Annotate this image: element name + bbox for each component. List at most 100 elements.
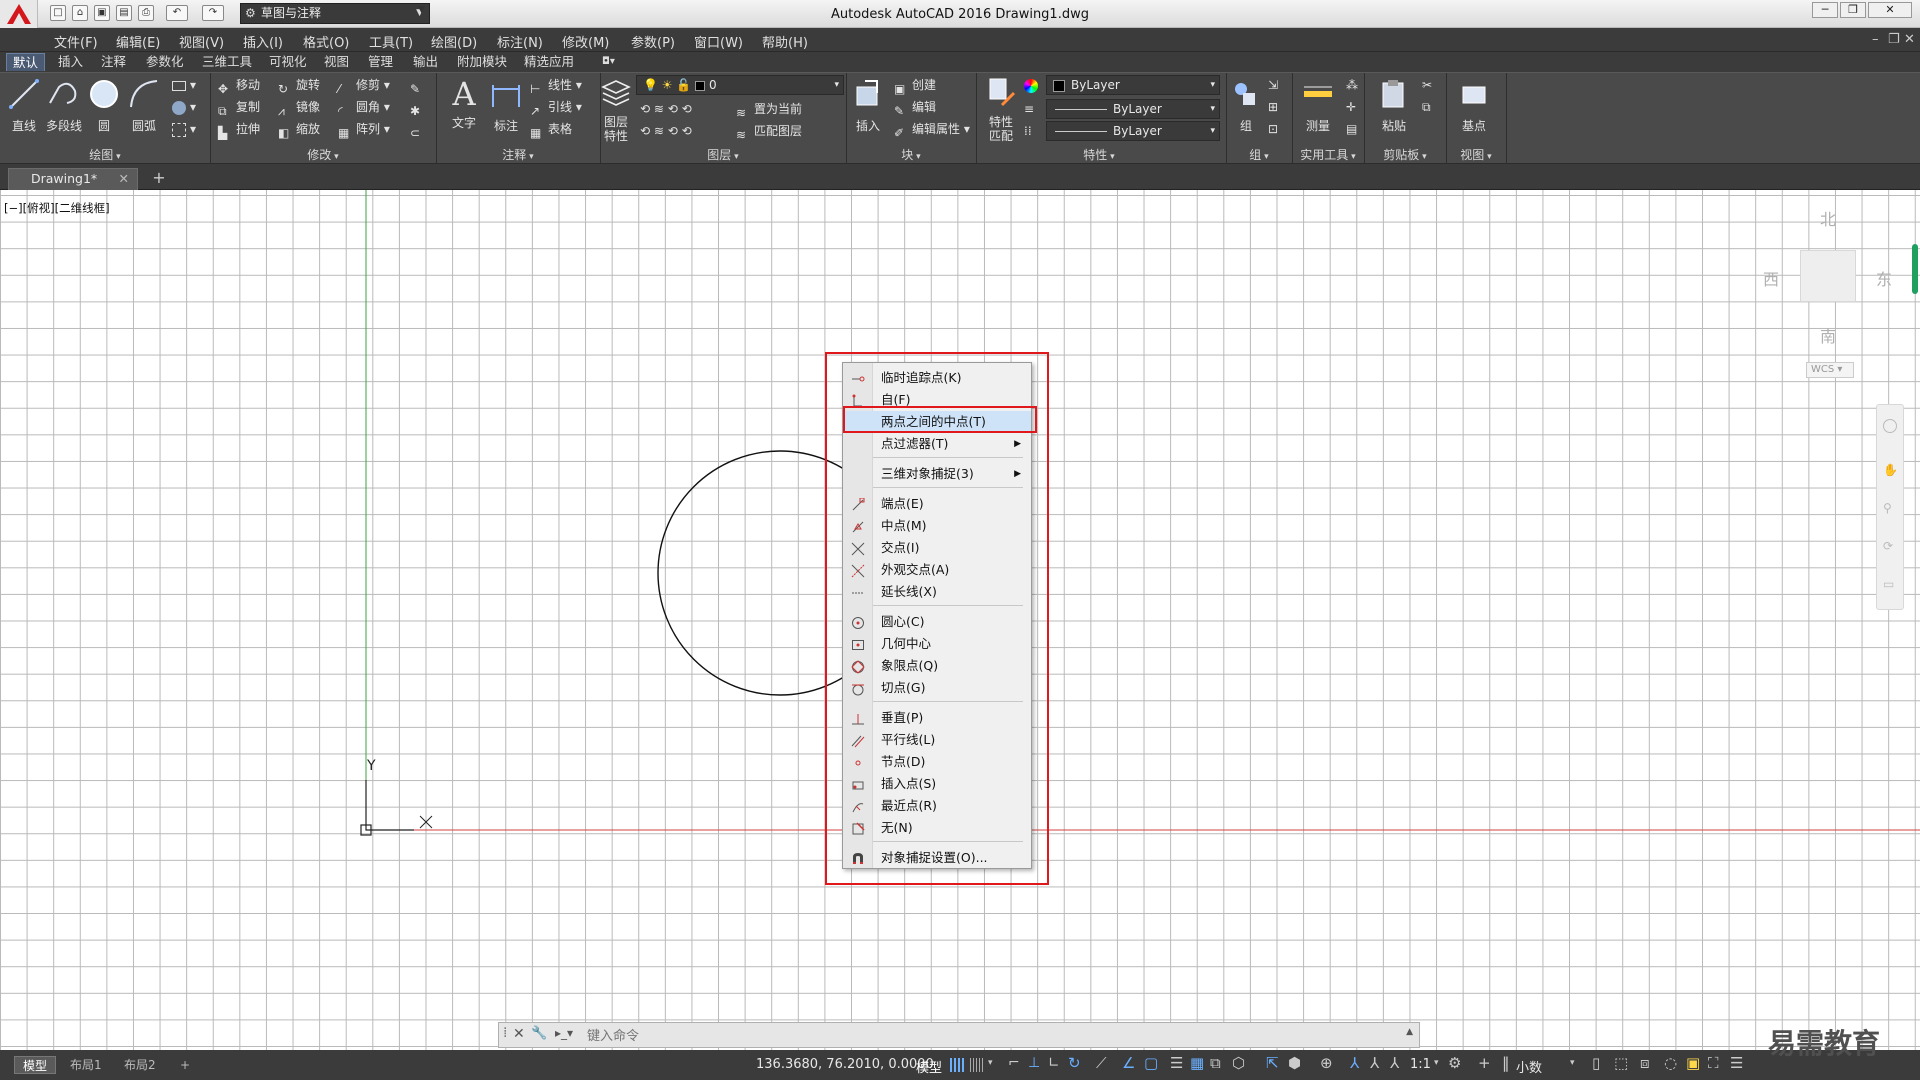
document-tab-drawing1[interactable]: Drawing1* ✕ xyxy=(8,168,138,190)
add-layout-button[interactable]: + xyxy=(172,1056,198,1074)
panel-title-groups[interactable]: 组 xyxy=(1226,146,1292,164)
units-value[interactable]: 小数 xyxy=(1516,1057,1542,1076)
dynamic-ucs-icon[interactable]: ⇱ xyxy=(1266,1054,1279,1072)
menu-parametric[interactable]: 参数(P) xyxy=(631,32,675,51)
dimension-tool[interactable]: 标注 xyxy=(482,77,530,143)
tab-parametric[interactable]: 参数化 xyxy=(140,53,190,71)
base-view-tool[interactable]: 基点 xyxy=(1450,77,1498,143)
object-snap-icon[interactable]: ▢ xyxy=(1144,1054,1158,1072)
viewcube-east[interactable]: 东 xyxy=(1876,266,1892,290)
minimize-button[interactable]: ─ xyxy=(1812,2,1838,18)
tab-default[interactable]: 默认 xyxy=(6,53,46,71)
new-tab-button[interactable]: + xyxy=(148,170,170,188)
viewcube-north[interactable]: 北 xyxy=(1820,206,1836,230)
navigation-bar[interactable]: ✋ ⚲ ⟳ ▭ xyxy=(1876,404,1904,610)
mirror-tool[interactable]: ⩘ 镜像 xyxy=(278,97,320,118)
panel-title-clipboard[interactable]: 剪贴板 xyxy=(1364,146,1446,164)
menu-insert[interactable]: 插入(I) xyxy=(243,32,283,51)
ribbon-minimize-icon[interactable]: ◘▾ xyxy=(596,53,621,71)
menu-file[interactable]: 文件(F) xyxy=(54,32,98,51)
isolate-objects-icon[interactable]: ⧈ xyxy=(1640,1054,1650,1072)
array-tool[interactable]: ▦ 阵列 ▾ xyxy=(338,119,390,140)
grip-icon[interactable]: ⁞ xyxy=(503,1025,507,1041)
auto-scale-icon[interactable]: ⅄ xyxy=(1370,1054,1379,1072)
tab-featured-apps[interactable]: 精选应用 xyxy=(518,53,580,71)
layout-tab-model[interactable]: 模型 xyxy=(14,1056,57,1074)
layer-dropdown[interactable]: 💡 ☀ 🔓 0 xyxy=(636,75,844,95)
close-command-icon[interactable]: ✕ xyxy=(513,1026,525,1042)
linetype-dropdown[interactable]: ByLayer xyxy=(1046,99,1220,119)
measure-tool[interactable]: 测量 xyxy=(1294,77,1342,143)
3d-osnap-icon[interactable]: ⬡ xyxy=(1232,1054,1245,1072)
quick-properties-icon[interactable]: ▯ xyxy=(1592,1054,1600,1072)
transparency-icon[interactable]: ▦ xyxy=(1190,1054,1204,1072)
rectangle-tool[interactable]: ▾ xyxy=(172,75,196,95)
menu-tools[interactable]: 工具(T) xyxy=(369,32,413,51)
grid-icon[interactable] xyxy=(950,1058,964,1072)
create-block-tool[interactable]: ▣ 创建 xyxy=(894,75,936,96)
snap-icon[interactable] xyxy=(970,1058,984,1072)
move-tool[interactable]: ✥ 移动 xyxy=(218,75,260,96)
quick-select-icon[interactable]: ⁂ xyxy=(1346,75,1358,95)
selection-cycling-icon[interactable]: ⧉ xyxy=(1210,1054,1221,1072)
doc-close-icon[interactable]: ✕ xyxy=(1904,32,1915,47)
command-history-caret-icon[interactable]: ▲ xyxy=(1406,1027,1413,1037)
units-menu-icon[interactable]: ▾ xyxy=(1570,1058,1575,1068)
lineweight-dropdown[interactable]: ByLayer xyxy=(1046,121,1220,141)
menu-edit[interactable]: 编辑(E) xyxy=(116,32,160,51)
copy-clip-icon[interactable]: ⧉ xyxy=(1422,97,1431,117)
menu-format[interactable]: 格式(O) xyxy=(303,32,349,51)
cut-icon[interactable]: ✂ xyxy=(1422,75,1432,95)
group-select-icon[interactable]: ⊡ xyxy=(1268,119,1278,139)
customization-menu-icon[interactable]: ☰ xyxy=(1730,1054,1743,1072)
group-tool[interactable]: 组 xyxy=(1222,77,1270,143)
viewcube-west[interactable]: 西 xyxy=(1763,266,1779,290)
lock-ui-icon[interactable]: ⬚ xyxy=(1614,1054,1628,1072)
ungroup-icon[interactable]: ⇲ xyxy=(1268,75,1278,95)
menu-modify[interactable]: 修改(M) xyxy=(562,32,609,51)
color-dropdown[interactable]: ByLayer xyxy=(1046,75,1220,95)
menu-view[interactable]: 视图(V) xyxy=(179,32,224,51)
panel-title-draw[interactable]: 绘图 xyxy=(0,146,210,164)
zoom-icon[interactable]: ⚲ xyxy=(1883,501,1897,515)
annotation-monitor-icon[interactable]: + xyxy=(1478,1054,1491,1072)
layer-tools-row2[interactable]: ⟲ ≋ ⟲ ⟲ xyxy=(640,121,692,141)
id-point-icon[interactable]: ✛ xyxy=(1346,97,1356,117)
hardware-acceleration-icon[interactable]: ◌ xyxy=(1664,1054,1677,1072)
annotation-scale-value[interactable]: 1:1 xyxy=(1410,1057,1431,1072)
doc-restore-icon[interactable]: ❐ xyxy=(1888,32,1900,47)
panel-title-modify[interactable]: 修改 xyxy=(210,146,436,164)
match-layer-tool[interactable]: ≋ 匹配图层 xyxy=(736,121,802,142)
model-space-toggle[interactable]: 模型 xyxy=(916,1057,942,1076)
fillet-tool[interactable]: ◜ 圆角 ▾ xyxy=(338,97,390,118)
polar-tracking-icon[interactable]: ↻ xyxy=(1068,1054,1081,1072)
trim-tool[interactable]: ⁄ 修剪 ▾ xyxy=(338,75,390,96)
recent-commands-icon[interactable]: ▸_▾ xyxy=(555,1026,573,1040)
dynamic-input-icon[interactable]: ⊥ xyxy=(1028,1055,1040,1071)
tab-output[interactable]: 输出 xyxy=(407,53,444,71)
offset-tool[interactable]: ⊂ xyxy=(410,119,428,140)
color-wheel-icon[interactable] xyxy=(1024,75,1042,95)
showmotion-icon[interactable]: ▭ xyxy=(1883,577,1897,591)
isometric-icon[interactable]: ⟋ xyxy=(1096,1054,1107,1072)
tab-insert[interactable]: 插入 xyxy=(52,53,89,71)
doc-minimize-icon[interactable]: – xyxy=(1872,32,1879,47)
match-properties-tool[interactable]: 特性 匹配 xyxy=(977,75,1025,143)
region-tool[interactable]: ▾ xyxy=(172,119,196,139)
table-tool[interactable]: ▦ 表格 xyxy=(530,119,572,140)
edit-block-tool[interactable]: ✎ 编辑 xyxy=(894,97,936,118)
menu-dimension[interactable]: 标注(N) xyxy=(497,32,543,51)
paste-tool[interactable]: 粘贴 xyxy=(1370,77,1418,143)
close-button[interactable]: ✕ xyxy=(1868,2,1912,18)
annotation-visibility-icon[interactable]: ⅄ xyxy=(1350,1054,1359,1072)
wcs-menu[interactable]: WCS ▾ xyxy=(1806,362,1854,378)
group-edit-icon[interactable]: ⊞ xyxy=(1268,97,1278,117)
layer-properties-tool[interactable]: 图层 特性 xyxy=(592,75,640,143)
annotation-scale-icon[interactable]: ⅄ xyxy=(1390,1054,1399,1072)
snap-menu-icon[interactable]: ▾ xyxy=(988,1058,993,1068)
tab-manage[interactable]: 管理 xyxy=(362,53,399,71)
scale-menu-icon[interactable]: ▾ xyxy=(1434,1058,1439,1068)
hatch-tool[interactable]: ▾ xyxy=(172,97,196,117)
layer-tools-row1[interactable]: ⟲ ≋ ⟲ ⟲ xyxy=(640,99,692,119)
tab-annotate[interactable]: 注释 xyxy=(95,53,132,71)
